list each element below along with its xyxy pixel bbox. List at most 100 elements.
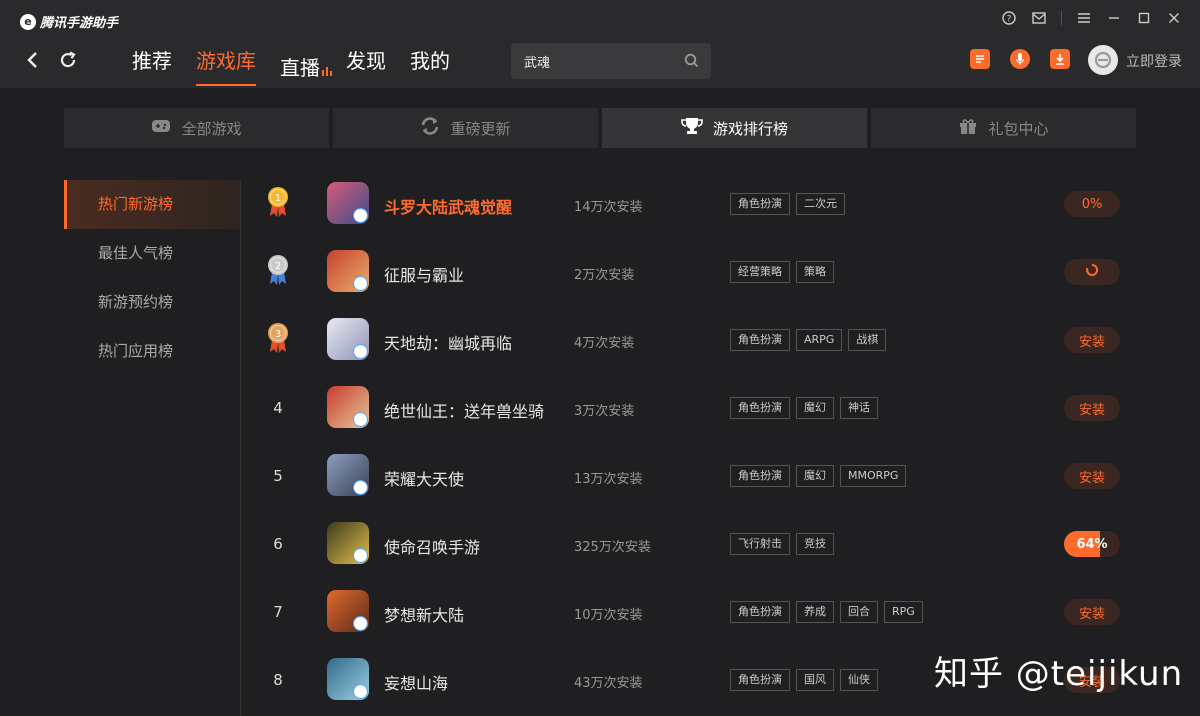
message-icon[interactable] bbox=[970, 49, 990, 69]
genre-tag[interactable]: 回合 bbox=[840, 601, 878, 623]
help-icon[interactable]: ? bbox=[1001, 10, 1017, 26]
game-name[interactable]: 使命召唤手游 bbox=[384, 534, 480, 558]
gift-icon bbox=[958, 117, 978, 139]
install-button[interactable]: 安装 bbox=[1064, 395, 1120, 421]
install-button[interactable]: 安装 bbox=[1064, 599, 1120, 625]
genre-tag[interactable]: 仙侠 bbox=[840, 669, 878, 691]
game-row[interactable]: 5 荣耀大天使 13万次安装 角色扮演 魔幻 MMORPG 安装 bbox=[240, 442, 1200, 510]
search-input[interactable] bbox=[511, 52, 686, 70]
platform-badge-icon bbox=[353, 684, 368, 699]
game-name[interactable]: 绝世仙王：送年兽坐骑 bbox=[384, 398, 544, 422]
sidebar-item-preorder[interactable]: 新游预约榜 bbox=[64, 278, 240, 327]
microphone-icon[interactable] bbox=[1010, 49, 1030, 69]
sidebar-item-hot-apps[interactable]: 热门应用榜 bbox=[64, 327, 240, 376]
game-row[interactable]: 1 斗罗大陆武魂觉醒 14万次安装 角色扮演 二次元 0% bbox=[240, 170, 1200, 238]
game-row[interactable]: 2 征服与霸业 2万次安装 经营策略 策略 bbox=[240, 238, 1200, 306]
genre-tag[interactable]: 战棋 bbox=[848, 329, 887, 351]
svg-text:3: 3 bbox=[275, 329, 281, 340]
genre-tags: 经营策略 策略 bbox=[730, 261, 834, 283]
tab-major-updates[interactable]: 重磅更新 bbox=[333, 108, 598, 148]
game-icon[interactable] bbox=[327, 386, 369, 428]
nav-tab-mine[interactable]: 我的 bbox=[410, 46, 450, 76]
svg-text:2: 2 bbox=[275, 261, 281, 272]
menu-icon[interactable] bbox=[1076, 10, 1092, 26]
rank: 7 bbox=[262, 578, 294, 646]
genre-tags: 角色扮演 魔幻 MMORPG bbox=[730, 465, 907, 487]
game-name[interactable]: 斗罗大陆武魂觉醒 bbox=[384, 194, 512, 218]
rank-number: 4 bbox=[273, 399, 283, 417]
game-row[interactable]: 7 梦想新大陆 10万次安装 角色扮演 养成 回合 RPG 安装 bbox=[240, 578, 1200, 646]
nav-tab-label: 我的 bbox=[410, 49, 450, 73]
game-name[interactable]: 天地劫：幽城再临 bbox=[384, 330, 512, 354]
tab-gift-center[interactable]: 礼包中心 bbox=[871, 108, 1136, 148]
platform-badge-icon bbox=[353, 276, 368, 291]
close-icon[interactable] bbox=[1166, 10, 1182, 26]
login-link[interactable]: 立即登录 bbox=[1126, 51, 1182, 71]
genre-tag[interactable]: ARPG bbox=[796, 329, 843, 351]
download-progress-button[interactable]: 0% bbox=[1064, 191, 1120, 217]
install-label: 安装 bbox=[1078, 334, 1105, 350]
game-icon[interactable] bbox=[327, 318, 369, 360]
genre-tag[interactable]: 策略 bbox=[796, 261, 834, 283]
nav-tab-recommend[interactable]: 推荐 bbox=[132, 46, 172, 76]
install-button[interactable]: 安装 bbox=[1064, 327, 1120, 353]
search-icon[interactable] bbox=[684, 53, 699, 72]
nav-tab-live[interactable]: 直播 bbox=[280, 46, 334, 80]
genre-tag[interactable]: 角色扮演 bbox=[730, 397, 790, 419]
refresh-icon[interactable] bbox=[56, 48, 80, 72]
genre-tag[interactable]: 角色扮演 bbox=[730, 465, 790, 487]
genre-tag[interactable]: 神话 bbox=[840, 397, 878, 419]
game-name[interactable]: 梦想新大陆 bbox=[384, 602, 464, 626]
nav-tab-discover[interactable]: 发现 bbox=[346, 46, 386, 76]
genre-tag[interactable]: 魔幻 bbox=[796, 465, 834, 487]
genre-tag[interactable]: RPG bbox=[884, 601, 923, 623]
game-row[interactable]: 6 使命召唤手游 325万次安装 飞行射击 竞技 64% bbox=[240, 510, 1200, 578]
mail-icon[interactable] bbox=[1031, 10, 1047, 26]
genre-tag[interactable]: 经营策略 bbox=[730, 261, 790, 283]
genre-tag[interactable]: 二次元 bbox=[796, 193, 845, 215]
install-count: 3万次安装 bbox=[574, 404, 635, 419]
avatar[interactable] bbox=[1088, 45, 1118, 75]
tab-game-rankings[interactable]: 游戏排行榜 bbox=[602, 108, 867, 148]
genre-tag[interactable]: 角色扮演 bbox=[730, 669, 790, 691]
install-label: 安装 bbox=[1078, 402, 1105, 418]
progress-label: 64% bbox=[1076, 536, 1108, 552]
genre-tag[interactable]: 养成 bbox=[796, 601, 834, 623]
download-icon[interactable] bbox=[1050, 49, 1070, 69]
platform-badge-icon bbox=[353, 344, 368, 359]
genre-tag[interactable]: 角色扮演 bbox=[730, 601, 790, 623]
platform-badge-icon bbox=[353, 616, 368, 631]
game-icon[interactable] bbox=[327, 522, 369, 564]
tab-all-games[interactable]: 全部游戏 bbox=[64, 108, 329, 148]
rank: 2 bbox=[262, 238, 294, 306]
genre-tag[interactable]: 角色扮演 bbox=[730, 329, 790, 351]
download-progress-button[interactable]: 64% bbox=[1064, 531, 1120, 557]
game-icon[interactable] bbox=[327, 658, 369, 700]
game-name[interactable]: 征服与霸业 bbox=[384, 262, 464, 286]
install-count: 13万次安装 bbox=[574, 472, 643, 487]
back-icon[interactable] bbox=[20, 48, 44, 72]
sidebar-item-hot-new[interactable]: 热门新游榜 bbox=[64, 180, 240, 229]
genre-tag[interactable]: 魔幻 bbox=[796, 397, 834, 419]
game-icon[interactable] bbox=[327, 454, 369, 496]
game-row[interactable]: 3 天地劫：幽城再临 4万次安装 角色扮演 ARPG 战棋 安装 bbox=[240, 306, 1200, 374]
genre-tag[interactable]: 飞行射击 bbox=[730, 533, 790, 555]
game-name[interactable]: 妄想山海 bbox=[384, 670, 448, 694]
game-name[interactable]: 荣耀大天使 bbox=[384, 466, 464, 490]
genre-tag[interactable]: 竞技 bbox=[796, 533, 834, 555]
install-button[interactable]: 安装 bbox=[1064, 463, 1120, 489]
rank: 1 bbox=[262, 170, 294, 238]
game-row[interactable]: 4 绝世仙王：送年兽坐骑 3万次安装 角色扮演 魔幻 神话 安装 bbox=[240, 374, 1200, 442]
nav-tab-game-library[interactable]: 游戏库 bbox=[196, 46, 256, 86]
game-icon[interactable] bbox=[327, 250, 369, 292]
genre-tag[interactable]: 角色扮演 bbox=[730, 193, 790, 215]
sidebar-item-most-popular[interactable]: 最佳人气榜 bbox=[64, 229, 240, 278]
genre-tag[interactable]: 国风 bbox=[796, 669, 834, 691]
game-icon[interactable] bbox=[327, 590, 369, 632]
genre-tag[interactable]: MMORPG bbox=[840, 465, 907, 487]
install-count: 2万次安装 bbox=[574, 268, 635, 283]
loading-button[interactable] bbox=[1064, 259, 1120, 285]
maximize-icon[interactable] bbox=[1136, 10, 1152, 26]
game-icon[interactable] bbox=[327, 182, 369, 224]
minimize-icon[interactable] bbox=[1106, 10, 1122, 26]
